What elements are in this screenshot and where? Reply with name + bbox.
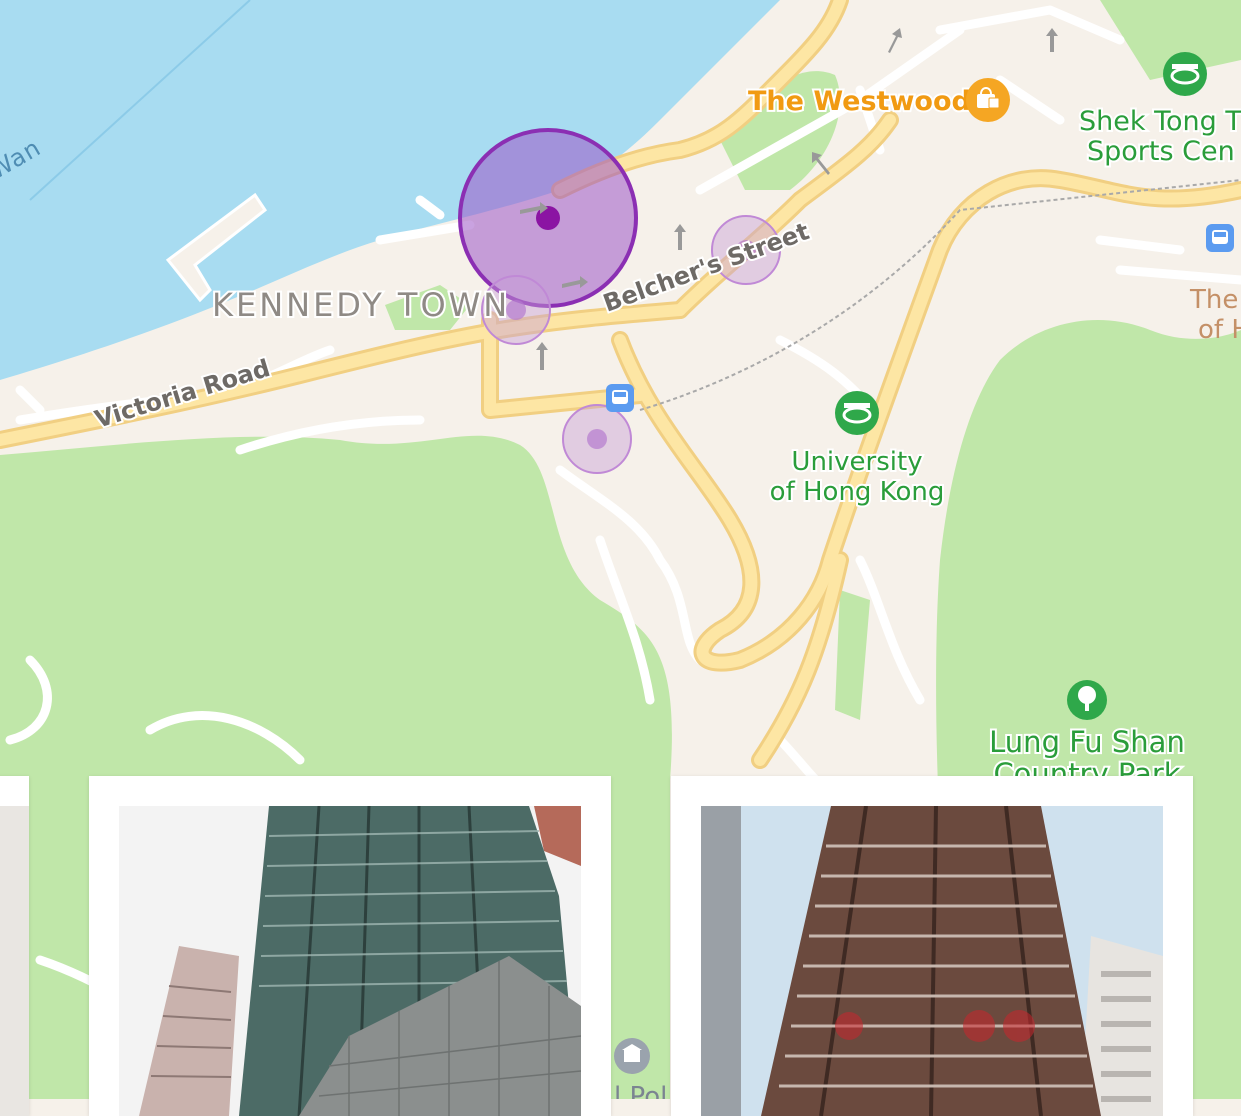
poi-label-shek-tong-2[interactable]: Sports Cen [1085,134,1237,169]
poi-label-shek-tong-1[interactable]: Shek Tong T [1077,104,1241,139]
poi-label-right-edge-1[interactable]: The [1189,285,1238,315]
tree-icon[interactable] [1067,680,1107,720]
poi-label-hku-1[interactable]: University [789,445,924,479]
poi-label-lung-fu-shan-1[interactable]: Lung Fu Shan [987,723,1187,761]
listing-card[interactable] [89,776,611,1116]
building-photo [0,806,29,1116]
district-label: KENNEDY TOWN [212,286,510,324]
brown-tower-photo [701,806,1163,1116]
stadium-icon[interactable] [1163,52,1207,96]
poi-label-hku-2[interactable]: of Hong Kong [768,475,947,509]
museum-icon[interactable] [614,1038,650,1074]
train-icon[interactable] [606,384,634,412]
poi-label-right-edge-2[interactable]: of H [1198,315,1241,345]
poi-label-bottom[interactable]: l Pol [614,1082,667,1099]
listing-card-partial[interactable] [0,776,29,1116]
train-icon[interactable] [1206,224,1234,252]
stadium-icon[interactable] [835,391,879,435]
poi-label-westwood[interactable]: The Westwood [746,84,973,119]
glass-tower-photo [119,806,581,1116]
listing-card[interactable] [671,776,1193,1116]
shopping-bag-icon[interactable] [966,78,1010,122]
cluster-marker[interactable] [562,404,632,474]
